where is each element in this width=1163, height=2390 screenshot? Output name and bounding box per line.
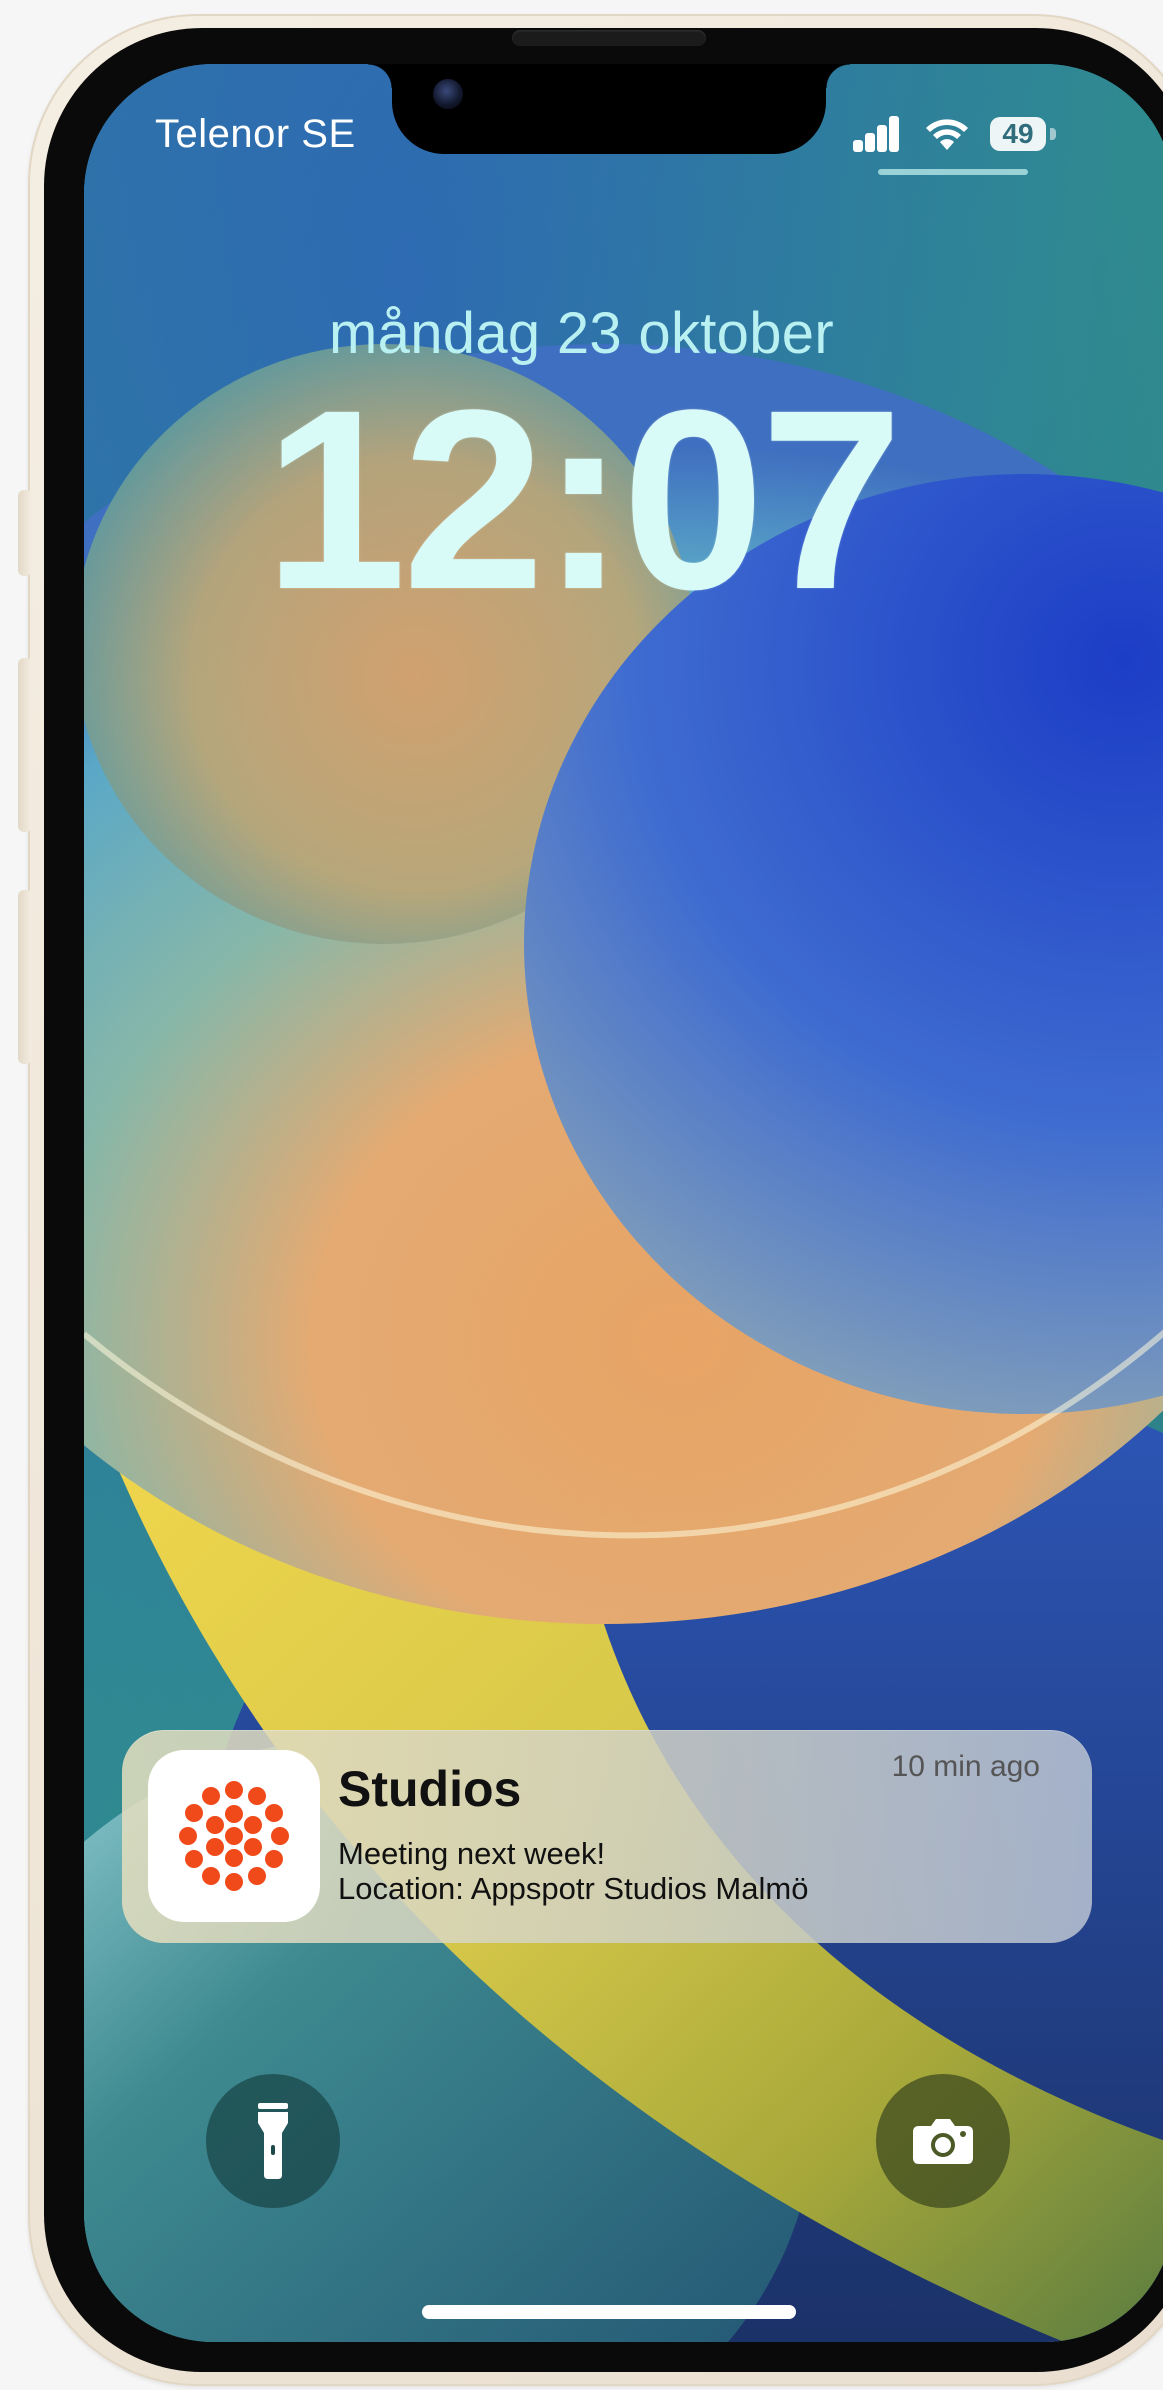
cellular-signal-icon [853,116,899,152]
studios-app-icon [148,1750,320,1922]
carrier-label: Telenor SE [155,112,356,156]
earpiece-speaker [512,30,706,46]
camera-button[interactable] [876,2074,1010,2208]
notification-message-line2: Location: Appspotr Studios Malmö [338,1871,809,1906]
battery-tip [1050,128,1056,140]
home-indicator[interactable] [422,2305,796,2319]
notification-message-line1: Meeting next week! [338,1836,606,1871]
lock-time[interactable]: 12:07 [0,372,1163,628]
front-camera [433,79,463,109]
notification-time: 10 min ago [891,1750,1040,1783]
wifi-icon [926,119,968,150]
camera-icon [913,2119,973,2164]
notification-app-name: Studios [338,1761,522,1817]
control-center-indicator[interactable] [878,169,1028,175]
notification-card[interactable]: Studios 10 min ago Meeting next week! Lo… [122,1730,1092,1943]
flashlight-icon [258,2103,288,2179]
battery-indicator: 49 [990,117,1046,151]
flashlight-button[interactable] [206,2074,340,2208]
volume-up-button [18,658,32,832]
volume-down-button [18,890,32,1064]
notch [368,64,850,154]
